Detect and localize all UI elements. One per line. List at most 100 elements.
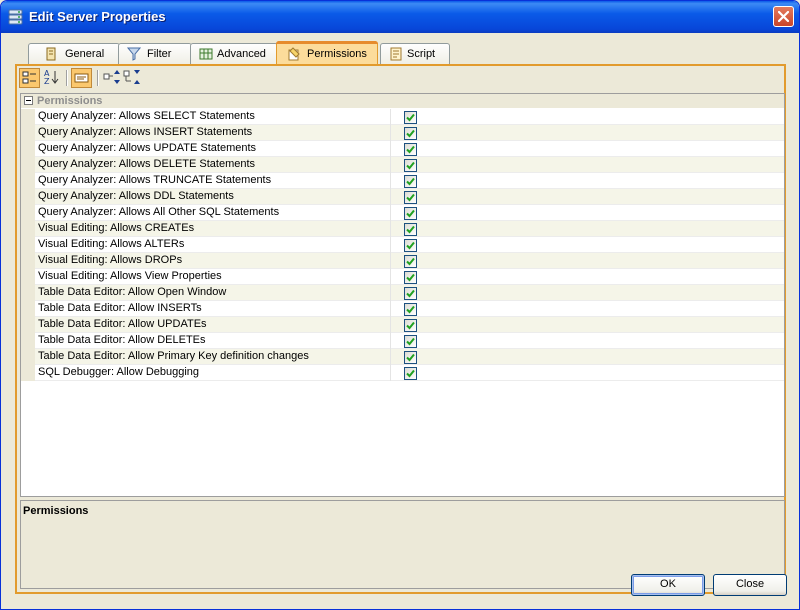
permission-checkbox[interactable] <box>404 335 417 348</box>
script-icon <box>389 47 403 61</box>
property-name: Visual Editing: Allows ALTERs <box>38 238 185 250</box>
row-gutter <box>21 205 35 221</box>
toolbar-separator <box>66 70 68 86</box>
tab-advanced[interactable]: Advanced <box>190 43 278 64</box>
check-mark-icon <box>406 129 415 138</box>
property-row[interactable]: Table Data Editor: Allow Open Window <box>21 285 784 301</box>
permission-checkbox[interactable] <box>404 255 417 268</box>
tab-script-label: Script <box>407 48 436 60</box>
property-row[interactable]: Table Data Editor: Allow UPDATEs <box>21 317 784 333</box>
permission-checkbox[interactable] <box>404 175 417 188</box>
check-mark-icon <box>406 305 415 314</box>
dialog-client-area: General Filter Advanced Permissions Scri… <box>4 33 796 607</box>
alphabetical-button[interactable]: A Z <box>42 68 63 88</box>
check-mark-icon <box>406 161 415 170</box>
property-row[interactable]: Query Analyzer: Allows SELECT Statements <box>21 109 784 125</box>
permission-checkbox[interactable] <box>404 111 417 124</box>
row-gutter <box>21 157 35 173</box>
property-grid-toolbar: A Z <box>17 66 784 90</box>
property-name: Visual Editing: Allows DROPs <box>38 254 183 266</box>
categorized-button[interactable] <box>19 68 40 88</box>
check-mark-icon <box>406 145 415 154</box>
property-row[interactable]: Visual Editing: Allows DROPs <box>21 253 784 269</box>
property-row[interactable]: Query Analyzer: Allows DELETE Statements <box>21 157 784 173</box>
permission-checkbox[interactable] <box>404 143 417 156</box>
row-gutter <box>21 333 35 349</box>
row-gutter <box>21 109 35 125</box>
permission-checkbox[interactable] <box>404 303 417 316</box>
tab-filter[interactable]: Filter <box>118 43 192 64</box>
property-row[interactable]: Visual Editing: Allows ALTERs <box>21 237 784 253</box>
permission-checkbox[interactable] <box>404 367 417 380</box>
permission-checkbox[interactable] <box>404 159 417 172</box>
svg-text:Z: Z <box>44 77 50 86</box>
property-name: Table Data Editor: Allow Primary Key def… <box>38 350 309 362</box>
tab-general[interactable]: General <box>28 43 120 64</box>
window-title: Edit Server Properties <box>29 9 166 24</box>
property-row[interactable]: Query Analyzer: Allows INSERT Statements <box>21 125 784 141</box>
property-name: Query Analyzer: Allows DDL Statements <box>38 190 234 202</box>
property-row[interactable]: Query Analyzer: Allows DDL Statements <box>21 189 784 205</box>
permission-checkbox[interactable] <box>404 223 417 236</box>
collapse-all-icon <box>123 70 140 84</box>
column-divider <box>390 237 391 253</box>
row-gutter <box>21 253 35 269</box>
property-name: Table Data Editor: Allow INSERTs <box>38 302 202 314</box>
property-row[interactable]: SQL Debugger: Allow Debugging <box>21 365 784 381</box>
permission-checkbox[interactable] <box>404 319 417 332</box>
check-mark-icon <box>406 337 415 346</box>
column-divider <box>390 285 391 301</box>
permission-checkbox[interactable] <box>404 271 417 284</box>
close-window-button[interactable] <box>773 6 794 27</box>
property-row[interactable]: Query Analyzer: Allows All Other SQL Sta… <box>21 205 784 221</box>
close-button[interactable]: Close <box>713 574 787 596</box>
permission-checkbox[interactable] <box>404 207 417 220</box>
check-mark-icon <box>406 321 415 330</box>
check-mark-icon <box>406 353 415 362</box>
permission-checkbox[interactable] <box>404 127 417 140</box>
ok-button[interactable]: OK <box>631 574 705 596</box>
category-row-permissions[interactable]: Permissions <box>21 94 784 108</box>
check-mark-icon <box>406 209 415 218</box>
column-divider <box>390 157 391 173</box>
property-name: Table Data Editor: Allow Open Window <box>38 286 227 298</box>
collapse-all-button[interactable] <box>123 68 144 88</box>
column-divider <box>390 205 391 221</box>
property-row[interactable]: Table Data Editor: Allow INSERTs <box>21 301 784 317</box>
column-divider <box>390 221 391 237</box>
tab-general-label: General <box>65 48 105 60</box>
tab-script[interactable]: Script <box>380 43 450 64</box>
property-row[interactable]: Query Analyzer: Allows TRUNCATE Statemen… <box>21 173 784 189</box>
permission-checkbox[interactable] <box>404 191 417 204</box>
check-mark-icon <box>406 113 415 122</box>
permissions-panel: A Z Permissions Query Analyzer: Allows S… <box>15 64 786 594</box>
property-row[interactable]: Query Analyzer: Allows UPDATE Statements <box>21 141 784 157</box>
permission-checkbox[interactable] <box>404 239 417 252</box>
property-name: Query Analyzer: Allows All Other SQL Sta… <box>38 206 280 218</box>
property-grid: Permissions Query Analyzer: Allows SELEC… <box>20 93 785 497</box>
server-icon <box>8 8 24 25</box>
collapse-toggle-icon[interactable] <box>24 96 33 105</box>
description-title: Permissions <box>23 505 89 517</box>
row-gutter <box>21 173 35 189</box>
property-name: Query Analyzer: Allows UPDATE Statements <box>38 142 257 154</box>
column-divider <box>390 317 391 333</box>
permission-checkbox[interactable] <box>404 287 417 300</box>
property-row[interactable]: Table Data Editor: Allow DELETEs <box>21 333 784 349</box>
expand-all-button[interactable] <box>103 68 124 88</box>
column-divider <box>390 173 391 189</box>
property-name: Query Analyzer: Allows DELETE Statements <box>38 158 256 170</box>
property-row[interactable]: Table Data Editor: Allow Primary Key def… <box>21 349 784 365</box>
property-row[interactable]: Visual Editing: Allows View Properties <box>21 269 784 285</box>
check-mark-icon <box>406 369 415 378</box>
property-name: Query Analyzer: Allows INSERT Statements <box>38 126 253 138</box>
title-bar[interactable]: Edit Server Properties <box>1 1 799 33</box>
property-pages-button[interactable] <box>71 68 92 88</box>
property-row[interactable]: Visual Editing: Allows CREATEs <box>21 221 784 237</box>
tab-permissions[interactable]: Permissions <box>276 41 378 64</box>
permission-checkbox[interactable] <box>404 351 417 364</box>
column-divider <box>390 141 391 157</box>
general-icon <box>44 47 58 61</box>
column-divider <box>390 253 391 269</box>
edit-server-properties-window: Edit Server Properties General Filter Ad… <box>0 0 800 610</box>
